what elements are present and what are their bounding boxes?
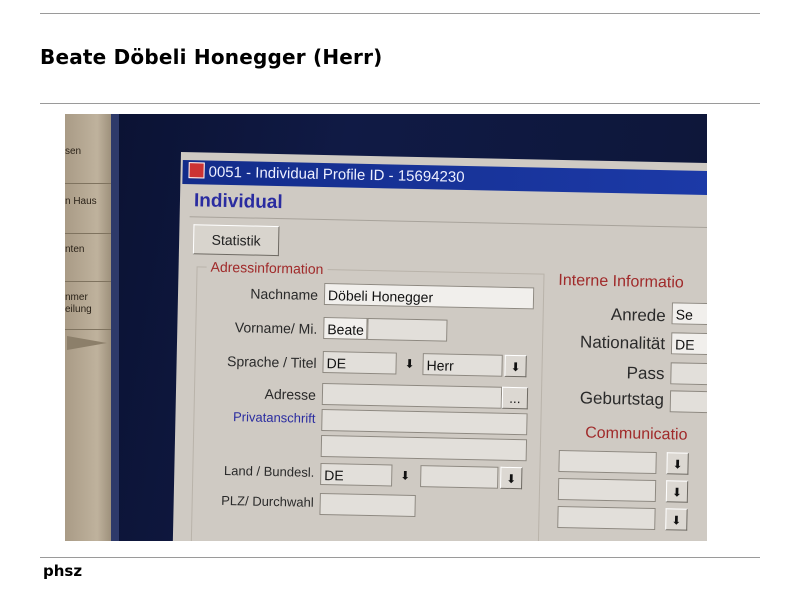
window-titlebar[interactable]: 0051 - Individual Profile ID - 15694230 bbox=[182, 160, 707, 196]
side-panel: sen n Haus nten nmer eilung bbox=[65, 114, 111, 541]
geburtstag-label: Geburtstag bbox=[579, 388, 665, 410]
side-arrow-icon[interactable] bbox=[67, 336, 107, 350]
side-button-1[interactable]: sen bbox=[65, 140, 111, 184]
adresse-label: Adresse bbox=[264, 385, 317, 403]
vorname-field[interactable]: Beate bbox=[323, 317, 368, 340]
sprache-dropdown-icon[interactable]: ⬇ bbox=[398, 353, 420, 375]
bundesland-select[interactable] bbox=[420, 465, 499, 489]
land-select[interactable]: DE bbox=[320, 462, 393, 487]
side-button-4[interactable]: nmer eilung bbox=[65, 286, 111, 330]
title-rule bbox=[40, 103, 760, 104]
side-button-3[interactable]: nten bbox=[65, 238, 111, 282]
land-label: Land / Bundesl. bbox=[223, 462, 315, 480]
titel-dropdown-icon[interactable]: ⬇ bbox=[504, 354, 527, 378]
titel-select[interactable]: Herr bbox=[422, 353, 503, 377]
screen-photo: sen n Haus nten nmer eilung 0051 - Indiv… bbox=[65, 114, 707, 541]
nachname-label: Nachname bbox=[250, 285, 319, 303]
address-line-1[interactable] bbox=[321, 409, 528, 436]
footer-rule bbox=[40, 557, 760, 558]
adresse-browse-button[interactable]: ... bbox=[501, 386, 529, 410]
communication-dropdown-icon-3[interactable]: ⬇ bbox=[665, 508, 688, 531]
communication-dropdown-icon-2[interactable]: ⬇ bbox=[665, 480, 689, 503]
interne-group-legend: Interne Informatio bbox=[558, 271, 684, 292]
geburtstag-field[interactable] bbox=[669, 390, 707, 414]
nationalitaet-label: Nationalität bbox=[579, 332, 666, 354]
vorname-label: Vorname/ Mi. bbox=[234, 319, 318, 337]
footer-label: phsz bbox=[43, 562, 83, 580]
statistik-button[interactable]: Statistik bbox=[192, 224, 280, 257]
communication-legend: Communicatio bbox=[585, 424, 688, 444]
adresse-field[interactable] bbox=[321, 383, 503, 409]
sprache-select[interactable]: DE bbox=[322, 351, 397, 375]
bundesland-dropdown-icon[interactable]: ⬇ bbox=[500, 466, 523, 490]
communication-dropdown-icon-1[interactable]: ⬇ bbox=[666, 452, 689, 475]
pass-field[interactable] bbox=[670, 362, 707, 386]
anrede-label: Anrede bbox=[610, 305, 666, 326]
address-line-2[interactable] bbox=[320, 434, 528, 462]
address-group-legend: Adressinformation bbox=[206, 258, 328, 278]
section-title: Individual bbox=[193, 190, 283, 214]
sprache-titel-label: Sprache / Titel bbox=[226, 353, 317, 371]
nachname-field[interactable]: Döbeli Honegger bbox=[323, 283, 535, 310]
middle-initial-field[interactable] bbox=[367, 317, 448, 342]
nationalitaet-field[interactable]: DE bbox=[670, 332, 707, 356]
land-dropdown-icon[interactable]: ⬇ bbox=[394, 465, 416, 487]
pass-label: Pass bbox=[626, 363, 665, 384]
app-icon bbox=[188, 162, 205, 179]
plz-field[interactable] bbox=[319, 492, 416, 517]
anrede-field[interactable]: Se bbox=[671, 302, 707, 326]
communication-field-3[interactable] bbox=[557, 505, 656, 531]
plz-label: PLZ/ Durchwahl bbox=[221, 492, 314, 510]
communication-field-1[interactable] bbox=[558, 449, 657, 475]
side-button-2[interactable]: n Haus bbox=[65, 190, 111, 234]
side-strip bbox=[111, 114, 119, 541]
communication-field-2[interactable] bbox=[557, 477, 657, 503]
window-title: 0051 - Individual Profile ID - 15694230 bbox=[208, 163, 465, 186]
individual-profile-window: 0051 - Individual Profile ID - 15694230 … bbox=[172, 152, 707, 541]
privatanschrift-label[interactable]: Privatanschrift bbox=[195, 408, 316, 426]
top-rule bbox=[40, 13, 760, 14]
page-title: Beate Döbeli Honegger (Herr) bbox=[40, 45, 383, 69]
